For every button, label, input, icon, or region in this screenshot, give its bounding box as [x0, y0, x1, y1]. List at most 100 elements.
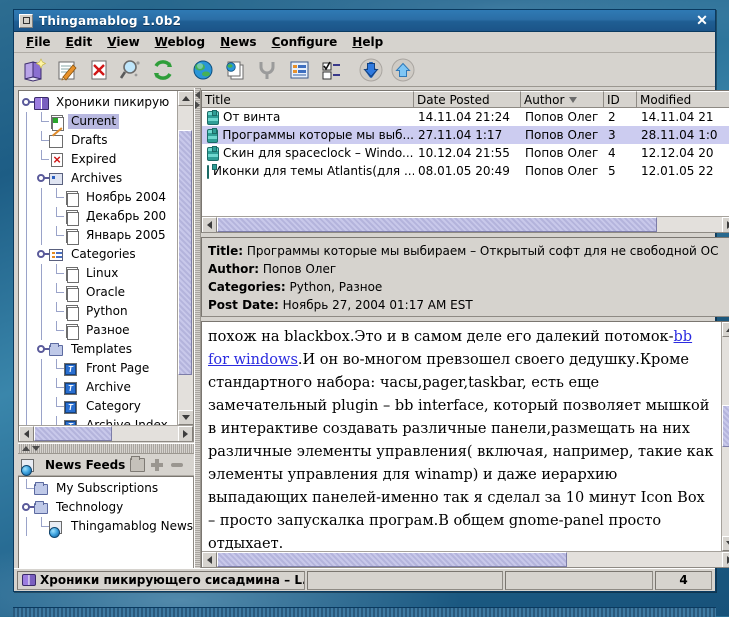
- cell-text: Иконки для темы Atlantis(для ...: [213, 164, 414, 178]
- checklist-icon[interactable]: [316, 55, 346, 85]
- weblog-tree-item-node[interactable]: Разное: [19, 321, 177, 340]
- title-bar[interactable]: Thingamablog 1.0b2 ✕: [14, 10, 715, 32]
- detail-field: Author: Попов Олег: [208, 260, 729, 278]
- table-row[interactable]: Программы которые мы выб...27.11.04 1:17…: [202, 126, 729, 144]
- upload-icon[interactable]: [388, 55, 418, 85]
- weblog-tree-item-node[interactable]: Front Page: [19, 359, 177, 378]
- feed-tree-item-node[interactable]: Technology: [19, 498, 193, 517]
- tree-scroll-down-button[interactable]: [178, 410, 193, 425]
- weblog-tree-item-node[interactable]: Oracle: [19, 283, 177, 302]
- table-hscroll-thumb[interactable]: [217, 217, 657, 232]
- restore-icon[interactable]: [19, 14, 33, 28]
- weblog-tree-item-node[interactable]: Python: [19, 302, 177, 321]
- body-hscroll-track[interactable]: [217, 552, 722, 567]
- tree-vscroll-thumb[interactable]: [178, 130, 192, 375]
- main-splitter[interactable]: [194, 88, 201, 570]
- entries-table-header[interactable]: TitleDate PostedAuthorIDModified: [202, 91, 729, 108]
- table-row[interactable]: От винта14.11.04 21:24Попов Олег214.11.0…: [202, 108, 729, 126]
- weblog-tree-item-node[interactable]: Archive: [19, 378, 177, 397]
- tree-horizontal-scrollbar[interactable]: [19, 425, 193, 441]
- table-horizontal-scrollbar[interactable]: [202, 216, 729, 232]
- table-hscroll-track[interactable]: [217, 217, 722, 232]
- tuning-fork-icon[interactable]: [252, 55, 282, 85]
- table-column-header[interactable]: Modified: [637, 91, 729, 108]
- table-column-header[interactable]: Title: [202, 91, 414, 108]
- menu-weblog[interactable]: Weblog: [148, 33, 214, 51]
- menu-file[interactable]: File: [19, 33, 59, 51]
- detail-field: Post Date: Ноябрь 27, 2004 01:17 AM EST: [208, 296, 729, 314]
- weblog-tree-item-node[interactable]: Хроники пикирую: [19, 93, 177, 112]
- tree-expand-toggle-icon[interactable]: [34, 245, 49, 264]
- weblog-tree-item-node[interactable]: Expired: [19, 150, 177, 169]
- weblog-tree-item-node[interactable]: Current: [19, 112, 177, 131]
- table-column-header[interactable]: Date Posted: [414, 91, 521, 108]
- body-scroll-right-button[interactable]: [722, 552, 729, 568]
- feed-tree-item-node[interactable]: Thingamablog News: [19, 517, 193, 536]
- weblog-tree-item-node[interactable]: Drafts: [19, 131, 177, 150]
- body-scroll-up-button[interactable]: [722, 322, 729, 337]
- splitter-left-arrow-icon[interactable]: [195, 91, 200, 99]
- menu-edit[interactable]: Edit: [59, 33, 101, 51]
- weblog-tree-item-node[interactable]: Category: [19, 397, 177, 416]
- body-vscroll-thumb[interactable]: [722, 405, 729, 447]
- weblog-tree-item-node[interactable]: Ноябрь 2004: [19, 188, 177, 207]
- table-scroll-left-button[interactable]: [202, 217, 217, 233]
- body-hscroll-thumb[interactable]: [217, 552, 567, 567]
- entries-table-body[interactable]: От винта14.11.04 21:24Попов Олег214.11.0…: [202, 108, 729, 216]
- tree-vertical-scrollbar[interactable]: [177, 91, 193, 425]
- publish-pages-icon[interactable]: [220, 55, 250, 85]
- left-pane-splitter[interactable]: [18, 443, 194, 454]
- weblog-tree-item-node[interactable]: Templates: [19, 340, 177, 359]
- add-feed-icon[interactable]: [150, 458, 165, 472]
- delete-entry-icon[interactable]: [84, 55, 114, 85]
- entry-list-icon[interactable]: [284, 55, 314, 85]
- weblog-tree-item-node[interactable]: Archive Index: [19, 416, 177, 425]
- weblog-tree-item-node[interactable]: Декабрь 200: [19, 207, 177, 226]
- publish-globe-icon[interactable]: [188, 55, 218, 85]
- splitter-down-arrow-icon[interactable]: [32, 446, 40, 451]
- weblog-tree-item-node[interactable]: Categories: [19, 245, 177, 264]
- body-vscroll-track[interactable]: [722, 337, 729, 536]
- download-icon[interactable]: [356, 55, 386, 85]
- splitter-up-arrow-icon[interactable]: [22, 446, 30, 451]
- tree-expand-toggle-icon[interactable]: [19, 93, 34, 112]
- tree-scroll-left-button[interactable]: [19, 426, 34, 442]
- table-column-header[interactable]: ID: [604, 91, 637, 108]
- tree-scroll-up-button[interactable]: [178, 91, 193, 106]
- tree-vscroll-track[interactable]: [178, 106, 193, 410]
- tree-expand-toggle-icon[interactable]: [34, 340, 49, 359]
- menu-news[interactable]: News: [213, 33, 264, 51]
- tree-expand-toggle-icon[interactable]: [34, 169, 49, 188]
- table-scroll-right-button[interactable]: [722, 217, 729, 233]
- tree-expand-toggle-icon[interactable]: [19, 498, 34, 517]
- find-icon[interactable]: [116, 55, 146, 85]
- table-row[interactable]: Скин для spaceclock – Windo...10.12.04 2…: [202, 144, 729, 162]
- new-weblog-icon[interactable]: [20, 55, 50, 85]
- body-scroll-left-button[interactable]: [202, 552, 217, 568]
- weblog-tree-item-node-label: Category: [83, 399, 144, 414]
- news-feeds-tree[interactable]: My SubscriptionsTechnologyThingamablog N…: [19, 479, 193, 536]
- body-horizontal-scrollbar[interactable]: [202, 551, 729, 567]
- weblog-tree-item-node[interactable]: Январь 2005: [19, 226, 177, 245]
- news-feeds-panel[interactable]: My SubscriptionsTechnologyThingamablog N…: [18, 476, 194, 570]
- table-column-header[interactable]: Author: [521, 91, 604, 108]
- menu-view[interactable]: View: [100, 33, 147, 51]
- menu-configure[interactable]: Configure: [265, 33, 346, 51]
- new-folder-icon[interactable]: [130, 458, 145, 472]
- new-entry-icon[interactable]: [52, 55, 82, 85]
- tree-hscroll-thumb[interactable]: [34, 426, 112, 441]
- weblog-tree-item-node[interactable]: Linux: [19, 264, 177, 283]
- splitter-right-arrow-icon[interactable]: [195, 101, 200, 109]
- weblog-tree[interactable]: Хроники пикируюCurrentDraftsExpiredArchi…: [19, 91, 177, 425]
- remove-feed-icon[interactable]: [170, 458, 185, 472]
- tree-hscroll-track[interactable]: [34, 426, 178, 441]
- tree-scroll-right-button[interactable]: [178, 426, 193, 442]
- refresh-icon[interactable]: [148, 55, 178, 85]
- body-vertical-scrollbar[interactable]: [721, 322, 729, 551]
- menu-help[interactable]: Help: [345, 33, 391, 51]
- feed-tree-item-node[interactable]: My Subscriptions: [19, 479, 193, 498]
- close-icon[interactable]: ✕: [694, 13, 710, 29]
- body-scroll-down-button[interactable]: [722, 536, 729, 551]
- table-row[interactable]: Иконки для темы Atlantis(для ...08.01.05…: [202, 162, 729, 180]
- weblog-tree-item-node[interactable]: Archives: [19, 169, 177, 188]
